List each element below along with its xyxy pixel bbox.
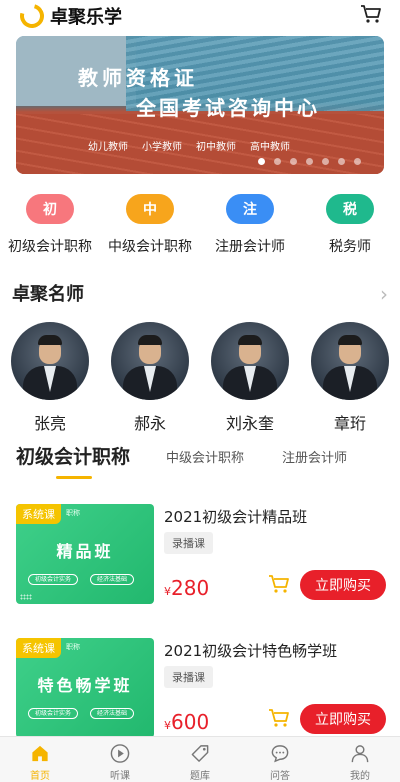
course-tabs: 初级会计职称 中级会计职称 注册会计师 [16, 444, 400, 484]
logo-ring-icon [15, 0, 49, 33]
category-cpa[interactable]: 注 注册会计师 [200, 194, 300, 256]
course-thumb-title: 特色畅学班 [37, 676, 133, 695]
carousel-indicator [258, 158, 361, 165]
category-label: 税务师 [329, 239, 371, 255]
course-card[interactable]: 系统课 职称 精品班 初级会计实务 经济法基础 2021初级会计精品班 录播课 … [16, 504, 386, 614]
course-badge: 系统课 [16, 504, 61, 524]
carousel-dot[interactable] [258, 158, 265, 165]
teacher-card[interactable]: 章珩 [300, 322, 400, 434]
avatar [111, 322, 189, 400]
nav-label: 我的 [350, 771, 370, 782]
category-zhong-icon: 中 [126, 194, 174, 224]
carousel-dot[interactable] [290, 158, 297, 165]
app-logo: 卓聚乐学 [15, 0, 122, 33]
nav-label: 首页 [30, 771, 50, 782]
teacher-card[interactable]: 刘永奎 [200, 322, 300, 434]
carousel-dot[interactable] [274, 158, 281, 165]
teacher-card[interactable]: 张亮 [0, 322, 100, 434]
category-shui-icon: 税 [326, 194, 374, 224]
teacher-list: 张亮 郝永 刘永奎 章珩 [0, 322, 400, 434]
category-label: 初级会计职称 [8, 239, 92, 255]
tab-cpa[interactable]: 注册会计师 [282, 447, 347, 466]
play-icon [110, 744, 130, 763]
course-thumb-pill: 经济法基础 [90, 574, 135, 585]
nav-label: 题库 [190, 771, 210, 782]
category-row: 初 初级会计职称 中 中级会计职称 注 注册会计师 税 税务师 [0, 194, 400, 256]
category-junior-accounting[interactable]: 初 初级会计职称 [0, 194, 100, 256]
tab-junior-accounting[interactable]: 初级会计职称 [16, 442, 130, 469]
buy-now-button[interactable]: 立即购买 [300, 570, 386, 600]
teacher-name: 刘永奎 [225, 414, 274, 433]
nav-label: 问答 [270, 771, 290, 782]
avatar [311, 322, 389, 400]
course-badge: 系统课 [16, 638, 61, 658]
category-label: 注册会计师 [215, 239, 285, 255]
chat-icon [271, 745, 289, 763]
banner-tag: 初中教师 [196, 142, 236, 153]
course-thumb-title: 精品班 [56, 542, 114, 561]
category-zhu-icon: 注 [226, 194, 274, 224]
banner-tags: 幼儿教师 小学教师 初中教师 高中教师 [88, 138, 290, 153]
teachers-section-title: 卓聚名师 [12, 284, 84, 305]
dots-decoration [20, 594, 32, 600]
carousel-dot[interactable] [306, 158, 313, 165]
nav-question-bank[interactable]: 题库 [160, 737, 240, 782]
banner-subtitle: 全国考试咨询中心 [136, 96, 320, 120]
tag-icon [191, 745, 209, 762]
course-card[interactable]: 系统课 职称 特色畅学班 初级会计实务 经济法基础 2021初级会计特色畅学班 … [16, 638, 386, 748]
teacher-name: 章珩 [333, 414, 366, 433]
teacher-card[interactable]: 郝永 [100, 322, 200, 434]
nav-lessons[interactable]: 听课 [80, 737, 160, 782]
category-intermediate-accounting[interactable]: 中 中级会计职称 [100, 194, 200, 256]
app-header: 卓聚乐学 [0, 0, 400, 33]
avatar [211, 322, 289, 400]
banner-title: 教师资格证 [78, 66, 198, 90]
course-thumb-sub: 职称 [66, 509, 80, 517]
nav-home[interactable]: 首页 [0, 737, 80, 782]
course-thumbnail: 系统课 职称 精品班 初级会计实务 经济法基础 [16, 504, 154, 604]
carousel-dot[interactable] [322, 158, 329, 165]
course-thumb-sub: 职称 [66, 643, 80, 651]
carousel-dot[interactable] [354, 158, 361, 165]
course-title[interactable]: 2021初级会计精品班 [164, 506, 307, 527]
currency-symbol: ¥ [164, 585, 171, 598]
category-label: 中级会计职称 [108, 239, 192, 255]
home-icon [32, 745, 48, 762]
cart-icon[interactable] [360, 4, 382, 24]
course-price: ¥600 [164, 710, 209, 734]
promo-banner[interactable]: 教师资格证 全国考试咨询中心 幼儿教师 小学教师 初中教师 高中教师 [16, 36, 384, 174]
banner-tag: 高中教师 [250, 142, 290, 153]
banner-tag: 小学教师 [142, 142, 182, 153]
price-value: 600 [171, 710, 210, 734]
category-chu-icon: 初 [26, 194, 74, 224]
nav-label: 听课 [110, 771, 130, 782]
app-title: 卓聚乐学 [50, 7, 122, 28]
add-to-cart-icon[interactable] [268, 708, 290, 728]
course-thumbnail: 系统课 职称 特色畅学班 初级会计实务 经济法基础 [16, 638, 154, 738]
teacher-name: 张亮 [33, 414, 66, 433]
price-value: 280 [171, 576, 210, 600]
course-title[interactable]: 2021初级会计特色畅学班 [164, 640, 337, 661]
course-thumb-pill: 初级会计实务 [28, 708, 79, 719]
course-thumb-pill: 经济法基础 [90, 708, 135, 719]
tab-intermediate-accounting[interactable]: 中级会计职称 [166, 447, 244, 466]
course-thumb-pill: 初级会计实务 [28, 574, 79, 585]
currency-symbol: ¥ [164, 719, 171, 732]
user-icon [351, 745, 369, 763]
course-price: ¥280 [164, 576, 209, 600]
avatar [11, 322, 89, 400]
nav-profile[interactable]: 我的 [320, 737, 400, 782]
course-type-tag: 录播课 [164, 532, 213, 554]
carousel-dot[interactable] [338, 158, 345, 165]
active-tab-indicator [56, 476, 92, 479]
teacher-name: 郝永 [133, 414, 166, 433]
category-tax[interactable]: 税 税务师 [300, 194, 400, 256]
bottom-navigation: 首页 听课 题库 问答 我的 [0, 736, 400, 782]
banner-tag: 幼儿教师 [88, 142, 128, 153]
nav-qa[interactable]: 问答 [240, 737, 320, 782]
course-type-tag: 录播课 [164, 666, 213, 688]
chevron-right-icon[interactable]: › [380, 282, 388, 306]
add-to-cart-icon[interactable] [268, 574, 290, 594]
buy-now-button[interactable]: 立即购买 [300, 704, 386, 734]
